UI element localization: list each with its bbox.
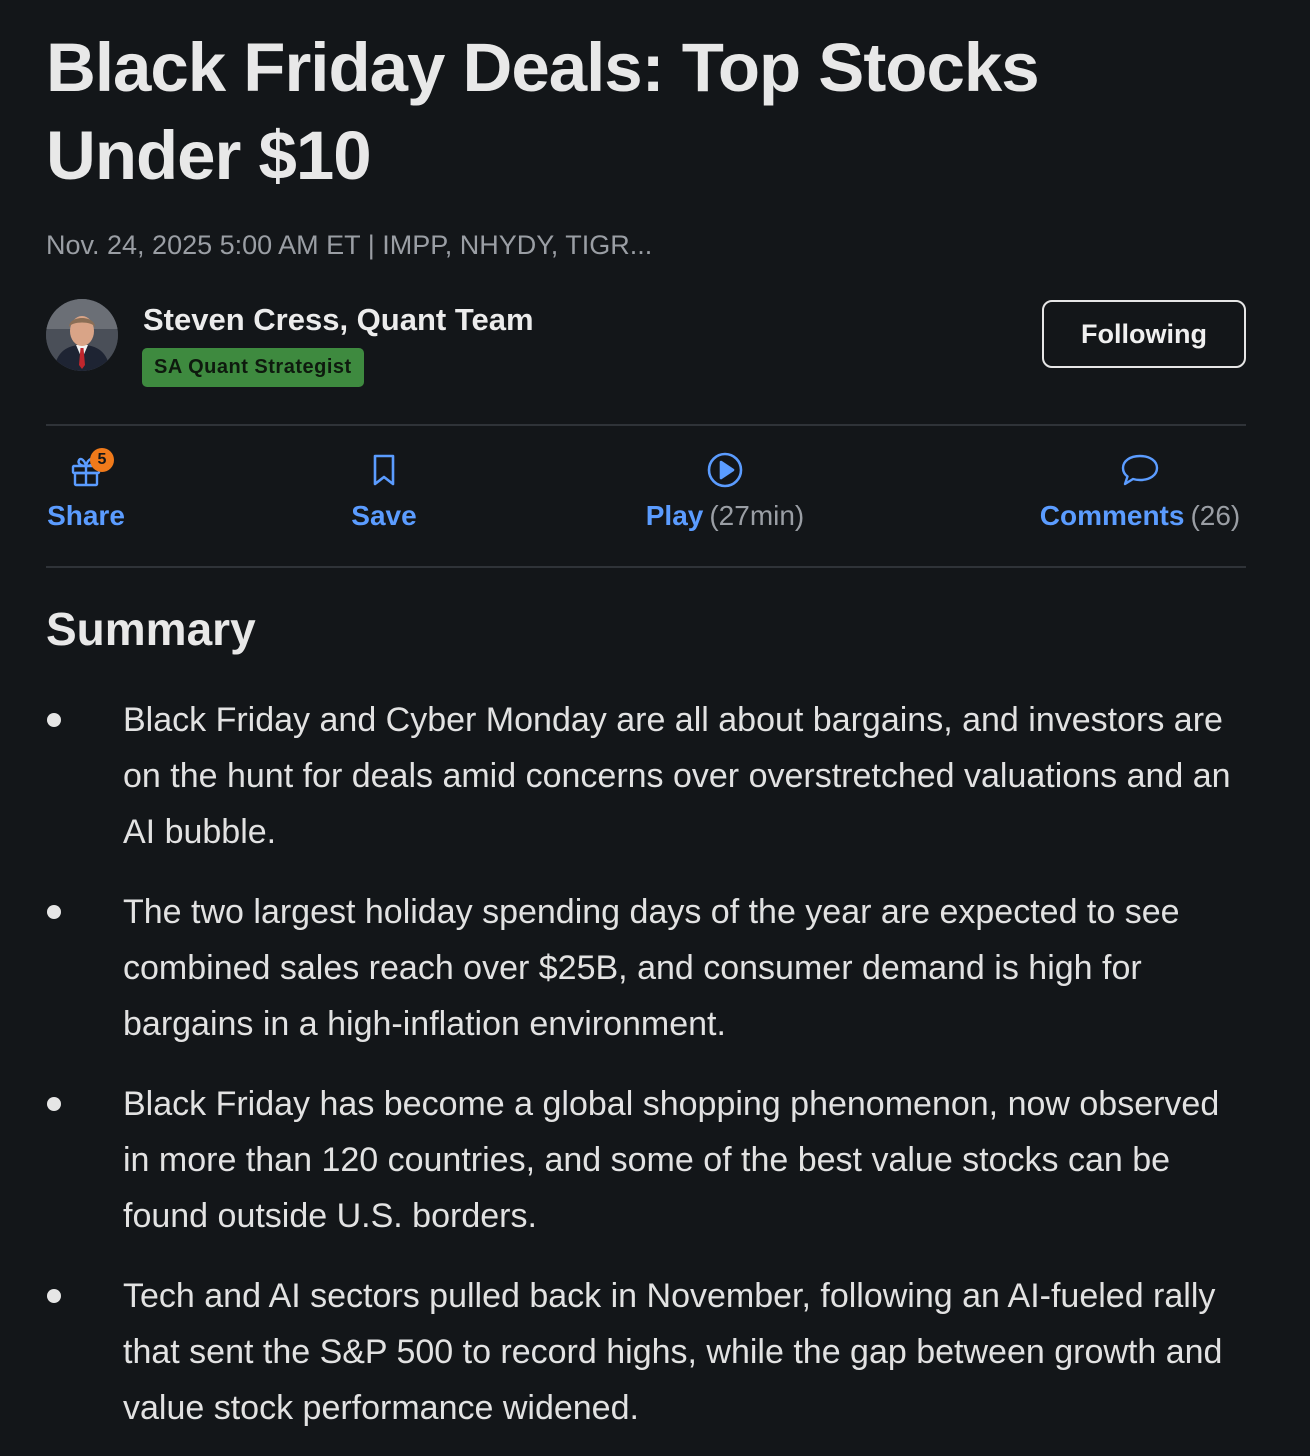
summary-item-text: Black Friday and Cyber Monday are all ab…	[123, 701, 1231, 851]
bullet-dot	[47, 1097, 61, 1111]
summary-item: Black Friday and Cyber Monday are all ab…	[46, 692, 1251, 860]
summary-item: Black Friday has become a global shoppin…	[46, 1076, 1251, 1244]
author-name[interactable]: Steven Cress, Quant Team	[143, 302, 534, 338]
play-button[interactable]: Play (27min)	[642, 450, 808, 532]
summary-heading: Summary	[46, 603, 256, 655]
save-button[interactable]: Save	[344, 450, 424, 532]
author-badge: SA Quant Strategist	[142, 348, 364, 387]
bookmark-icon	[364, 450, 404, 490]
summary-item: The two largest holiday spending days of…	[46, 884, 1251, 1052]
play-circle-icon	[705, 450, 745, 490]
share-label: Share	[47, 500, 125, 531]
bullet-dot	[47, 1289, 61, 1303]
article-actions: 5 Share Save Play (27min) Comments (26)	[46, 448, 1246, 540]
summary-item: Tech and AI sectors pulled back in Novem…	[46, 1268, 1251, 1436]
bullet-dot	[47, 905, 61, 919]
comments-count: (26)	[1190, 500, 1241, 531]
summary-item-text: Tech and AI sectors pulled back in Novem…	[123, 1277, 1223, 1427]
save-label: Save	[351, 500, 417, 531]
comments-button[interactable]: Comments (26)	[1034, 450, 1246, 532]
summary-item-text: The two largest holiday spending days of…	[123, 893, 1180, 1043]
divider-top	[46, 424, 1246, 426]
author-row: Steven Cress, Quant Team SA Quant Strate…	[46, 299, 1246, 389]
play-duration: (27min)	[709, 500, 805, 531]
author-avatar[interactable]	[46, 299, 118, 371]
article-meta: Nov. 24, 2025 5:00 AM ET | IMPP, NHYDY, …	[46, 230, 653, 260]
comments-label: Comments	[1039, 500, 1185, 531]
bullet-dot	[47, 713, 61, 727]
play-label: Play	[645, 500, 704, 531]
share-count-badge: 5	[90, 448, 114, 472]
gift-icon: 5	[66, 448, 114, 490]
following-button[interactable]: Following	[1042, 300, 1246, 368]
summary-list: Black Friday and Cyber Monday are all ab…	[46, 692, 1251, 1456]
article-title: Black Friday Deals: Top Stocks Under $10	[46, 29, 1040, 194]
summary-item-text: Black Friday has become a global shoppin…	[123, 1085, 1220, 1235]
speech-bubble-icon	[1120, 450, 1160, 490]
share-button[interactable]: 5 Share	[46, 448, 126, 532]
divider-bottom	[46, 566, 1246, 568]
